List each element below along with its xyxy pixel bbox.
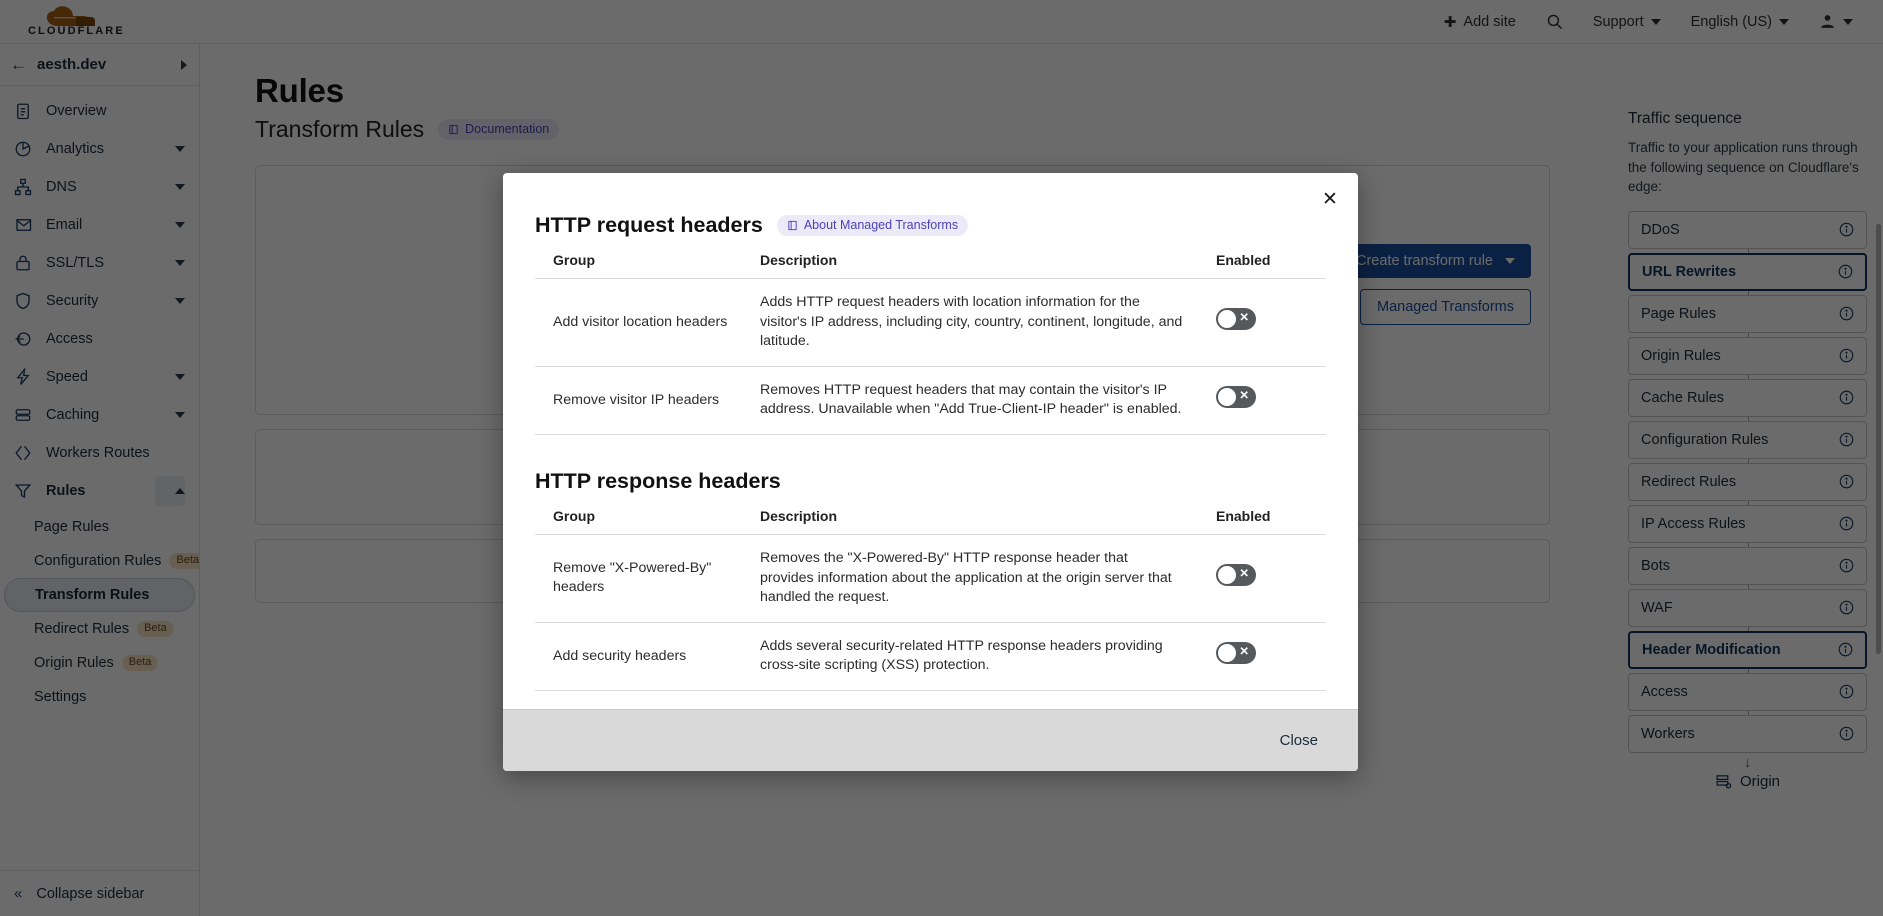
row-enabled-cell: ✕ bbox=[1208, 622, 1326, 691]
close-button[interactable]: Close bbox=[1270, 726, 1328, 755]
table-row: Add visitor location headers Adds HTTP re… bbox=[535, 278, 1326, 367]
response-headers-table: Group Description Enabled Remove "X-Powe… bbox=[535, 507, 1326, 691]
column-header-description: Description bbox=[760, 507, 1208, 535]
book-icon bbox=[788, 220, 797, 230]
row-enabled-cell: ✕ bbox=[1208, 278, 1326, 367]
toggle-off-icon: ✕ bbox=[1239, 312, 1249, 325]
toggle-off-icon: ✕ bbox=[1239, 390, 1249, 403]
column-header-description: Description bbox=[760, 252, 1208, 279]
toggle-knob bbox=[1218, 388, 1236, 407]
response-headers-heading-row: HTTP response headers bbox=[535, 469, 1326, 494]
row-description: Removes the "X-Powered-By" HTTP response… bbox=[760, 534, 1208, 623]
column-header-group: Group bbox=[535, 507, 760, 535]
table-row: Add security headers Adds several securit… bbox=[535, 622, 1326, 691]
request-headers-table: Group Description Enabled Add visitor lo… bbox=[535, 252, 1326, 435]
toggle-off-icon: ✕ bbox=[1239, 646, 1249, 659]
toggle-knob bbox=[1218, 644, 1236, 663]
modal-footer: Close bbox=[503, 708, 1358, 771]
about-managed-transforms-link[interactable]: About Managed Transforms bbox=[776, 215, 969, 236]
enabled-toggle[interactable]: ✕ bbox=[1216, 564, 1256, 587]
column-header-enabled: Enabled bbox=[1208, 507, 1326, 535]
row-group-name: Add security headers bbox=[535, 622, 760, 691]
enabled-toggle[interactable]: ✕ bbox=[1216, 386, 1256, 409]
toggle-knob bbox=[1218, 310, 1236, 329]
table-header-row: Group Description Enabled bbox=[535, 507, 1326, 535]
row-group-name: Remove visitor IP headers bbox=[535, 366, 760, 435]
toggle-off-icon: ✕ bbox=[1239, 568, 1249, 581]
request-headers-heading-row: HTTP request headers About Managed Trans… bbox=[535, 213, 1326, 238]
table-row: Remove "X-Powered-By" headers Removes the… bbox=[535, 534, 1326, 623]
app-root: CLOUDFLARE ✚ Add site Support Englis bbox=[0, 0, 1883, 916]
modal-body: HTTP request headers About Managed Trans… bbox=[503, 173, 1358, 709]
row-enabled-cell: ✕ bbox=[1208, 534, 1326, 623]
response-headers-title: HTTP response headers bbox=[535, 468, 781, 493]
row-group-name: Add visitor location headers bbox=[535, 278, 760, 367]
close-icon[interactable]: ✕ bbox=[1317, 186, 1343, 212]
table-header-row: Group Description Enabled bbox=[535, 252, 1326, 279]
enabled-toggle[interactable]: ✕ bbox=[1216, 308, 1256, 331]
row-group-name: Remove "X-Powered-By" headers bbox=[535, 534, 760, 623]
row-enabled-cell: ✕ bbox=[1208, 366, 1326, 435]
managed-transforms-modal: ✕ HTTP request headers About Managed Tra… bbox=[503, 173, 1358, 771]
table-row: Remove visitor IP headers Removes HTTP re… bbox=[535, 366, 1326, 435]
row-description: Adds HTTP request headers with location … bbox=[760, 278, 1208, 367]
column-header-enabled: Enabled bbox=[1208, 252, 1326, 279]
toggle-knob bbox=[1218, 566, 1236, 585]
column-header-group: Group bbox=[535, 252, 760, 279]
row-description: Adds several security-related HTTP respo… bbox=[760, 622, 1208, 691]
request-headers-title: HTTP request headers bbox=[535, 213, 763, 237]
enabled-toggle[interactable]: ✕ bbox=[1216, 642, 1256, 665]
about-managed-transforms-label: About Managed Transforms bbox=[803, 218, 959, 232]
row-description: Removes HTTP request headers that may co… bbox=[760, 366, 1208, 435]
